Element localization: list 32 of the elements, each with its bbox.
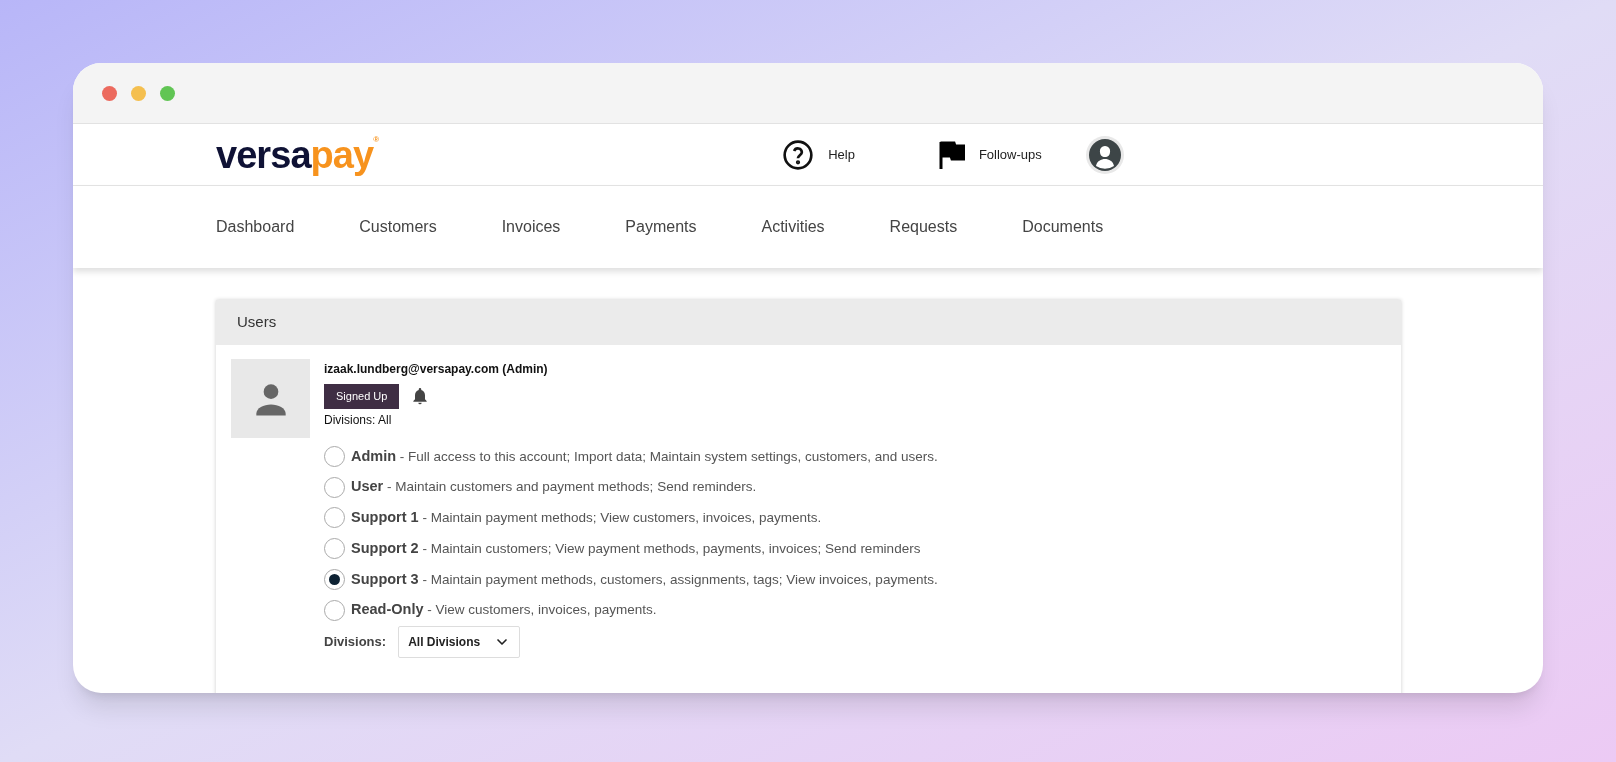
nav-link[interactable]: Customers bbox=[359, 215, 437, 239]
role-option[interactable]: Read-Only - View customers, invoices, payments. bbox=[324, 599, 938, 621]
role-option[interactable]: User - Maintain customers and payment methods; Send reminders. bbox=[324, 476, 938, 498]
help-icon bbox=[782, 138, 815, 171]
radio-button[interactable] bbox=[324, 599, 345, 621]
avatar-button[interactable] bbox=[1085, 135, 1124, 174]
radio-button[interactable] bbox=[324, 476, 345, 498]
nav-link[interactable]: Payments bbox=[625, 215, 697, 239]
user-email: izaak.lundberg@versapay.com (Admin) bbox=[324, 361, 549, 378]
radio-button[interactable] bbox=[324, 538, 345, 560]
role-option[interactable]: Support 2 - Maintain customers; View payment methods, payments, invoices; Send reminders bbox=[324, 537, 938, 560]
status-badge: Signed Up bbox=[324, 384, 400, 409]
nav-link[interactable]: Invoices bbox=[501, 215, 561, 239]
divisions-label: Divisions: bbox=[324, 633, 387, 652]
logo[interactable]: versapay® bbox=[216, 135, 379, 174]
help-link[interactable]: Help bbox=[782, 138, 855, 171]
role-option[interactable]: Support 1 - Maintain payment methods; View customers, invoices, payments. bbox=[324, 507, 938, 529]
nav-link[interactable]: Requests bbox=[889, 215, 958, 239]
nav-link[interactable]: Dashboard bbox=[216, 215, 295, 239]
role-option[interactable]: Support 3 - Maintain payment methods, customers, assignments, tags; View invoices, payments. bbox=[324, 568, 938, 591]
role-option[interactable]: Admin - Full access to this account; Import data; Maintain system settings, customers, and users. bbox=[324, 445, 938, 468]
user-silhouette-icon bbox=[1088, 138, 1121, 171]
radio-button[interactable] bbox=[324, 568, 345, 590]
divisions-dropdown[interactable]: All Divisions bbox=[398, 626, 521, 658]
flag-icon bbox=[938, 140, 965, 169]
nav-link[interactable]: Activities bbox=[761, 215, 825, 239]
user-divisions: Divisions: All bbox=[324, 411, 393, 429]
panel-title: Users bbox=[237, 312, 277, 333]
radio-button[interactable] bbox=[324, 507, 345, 529]
nav-link[interactable]: Documents bbox=[1022, 215, 1104, 239]
follow-ups-link[interactable]: Follow-ups bbox=[938, 140, 1042, 169]
radio-button[interactable] bbox=[324, 445, 345, 467]
